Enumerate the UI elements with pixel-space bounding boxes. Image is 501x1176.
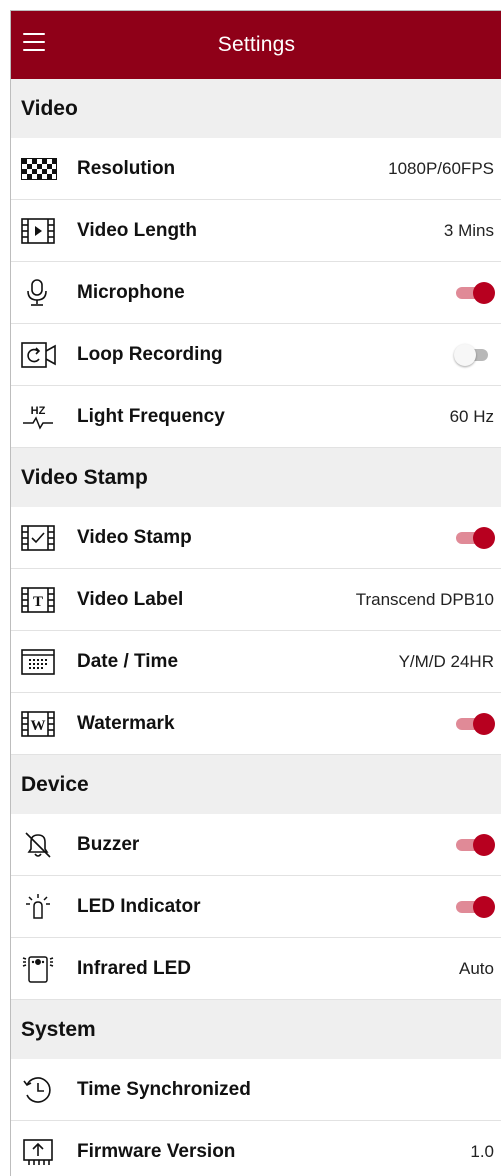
setting-row-date-time[interactable]: Date / Time Y/M/D 24HR bbox=[11, 631, 501, 693]
setting-label: Microphone bbox=[77, 281, 185, 303]
setting-value: 1.0 bbox=[470, 1141, 494, 1161]
setting-row-firmware-version[interactable]: Firmware Version 1.0 bbox=[11, 1121, 501, 1176]
hz-icon-text: HZ bbox=[31, 405, 46, 417]
setting-label: Light Frequency bbox=[77, 405, 225, 427]
setting-row-time-synchronized[interactable]: Time Synchronized bbox=[11, 1059, 501, 1121]
section-header-video: Video bbox=[11, 79, 501, 138]
setting-label: Infrared LED bbox=[77, 957, 192, 979]
setting-row-loop-recording[interactable]: Loop Recording bbox=[11, 324, 501, 386]
setting-value: 1080P/60FPS bbox=[388, 158, 494, 178]
setting-value: 3 Mins bbox=[443, 220, 494, 240]
section-header-video-stamp: Video Stamp bbox=[11, 448, 501, 507]
section-header-system: System bbox=[11, 1000, 501, 1059]
hz-wave-icon: HZ bbox=[21, 401, 59, 433]
setting-row-led-indicator[interactable]: LED Indicator bbox=[11, 876, 501, 938]
setting-label: Watermark bbox=[77, 712, 175, 734]
setting-label: Loop Recording bbox=[77, 343, 223, 365]
film-watermark-icon: W bbox=[21, 708, 59, 740]
setting-row-video-label[interactable]: T Video Label Transcend DPB10 bbox=[11, 569, 501, 631]
bell-muted-icon bbox=[21, 829, 59, 861]
setting-row-resolution[interactable]: Resolution 1080P/60FPS bbox=[11, 138, 501, 200]
setting-label: Firmware Version bbox=[77, 1140, 236, 1162]
setting-row-video-stamp[interactable]: Video Stamp bbox=[11, 507, 501, 569]
setting-value: 60 Hz bbox=[449, 406, 494, 426]
setting-row-light-frequency[interactable]: HZ Light Frequency 60 Hz bbox=[11, 386, 501, 448]
setting-label: Buzzer bbox=[77, 833, 140, 855]
setting-row-watermark[interactable]: W Watermark bbox=[11, 693, 501, 755]
led-bulb-icon bbox=[21, 891, 59, 923]
setting-row-infrared-led[interactable]: Infrared LED Auto bbox=[11, 938, 501, 1000]
watermark-toggle[interactable] bbox=[454, 712, 495, 736]
infrared-camera-icon bbox=[21, 953, 59, 985]
buzzer-toggle[interactable] bbox=[454, 833, 495, 857]
film-text-icon: T bbox=[21, 584, 59, 616]
resolution-grid-icon bbox=[21, 153, 59, 185]
page-title: Settings bbox=[217, 33, 296, 56]
setting-value: Y/M/D 24HR bbox=[398, 651, 494, 671]
section-header-device: Device bbox=[11, 755, 501, 814]
film-play-icon bbox=[21, 215, 59, 247]
film-check-icon bbox=[21, 522, 59, 554]
hamburger-icon[interactable] bbox=[23, 33, 45, 51]
app-frame: Settings Video Resolution 1080P/60FPS Vi… bbox=[10, 10, 501, 1176]
top-app-bar: Settings bbox=[11, 11, 501, 79]
setting-label: Date / Time bbox=[77, 650, 179, 672]
video-stamp-toggle[interactable] bbox=[454, 526, 495, 550]
setting-label: Video Label bbox=[77, 588, 184, 610]
setting-value: Auto bbox=[459, 958, 494, 978]
film-text-icon-letter: T bbox=[33, 594, 43, 610]
microphone-icon bbox=[21, 277, 59, 309]
clock-sync-icon bbox=[21, 1074, 59, 1106]
setting-label: Resolution bbox=[77, 157, 176, 179]
calendar-grid-icon bbox=[21, 646, 59, 678]
film-watermark-icon-letter: W bbox=[31, 718, 46, 734]
setting-label: Video Length bbox=[77, 219, 197, 241]
setting-label: Video Stamp bbox=[77, 526, 192, 548]
microphone-toggle[interactable] bbox=[454, 281, 495, 305]
setting-value: Transcend DPB10 bbox=[355, 589, 494, 609]
loop-camera-icon bbox=[21, 339, 59, 371]
firmware-upload-icon bbox=[21, 1136, 59, 1168]
loop-recording-toggle[interactable] bbox=[454, 343, 494, 367]
setting-label: Time Synchronized bbox=[77, 1078, 251, 1100]
led-indicator-toggle[interactable] bbox=[454, 895, 495, 919]
setting-row-microphone[interactable]: Microphone bbox=[11, 262, 501, 324]
setting-row-video-length[interactable]: Video Length 3 Mins bbox=[11, 200, 501, 262]
setting-label: LED Indicator bbox=[77, 895, 201, 917]
setting-row-buzzer[interactable]: Buzzer bbox=[11, 814, 501, 876]
